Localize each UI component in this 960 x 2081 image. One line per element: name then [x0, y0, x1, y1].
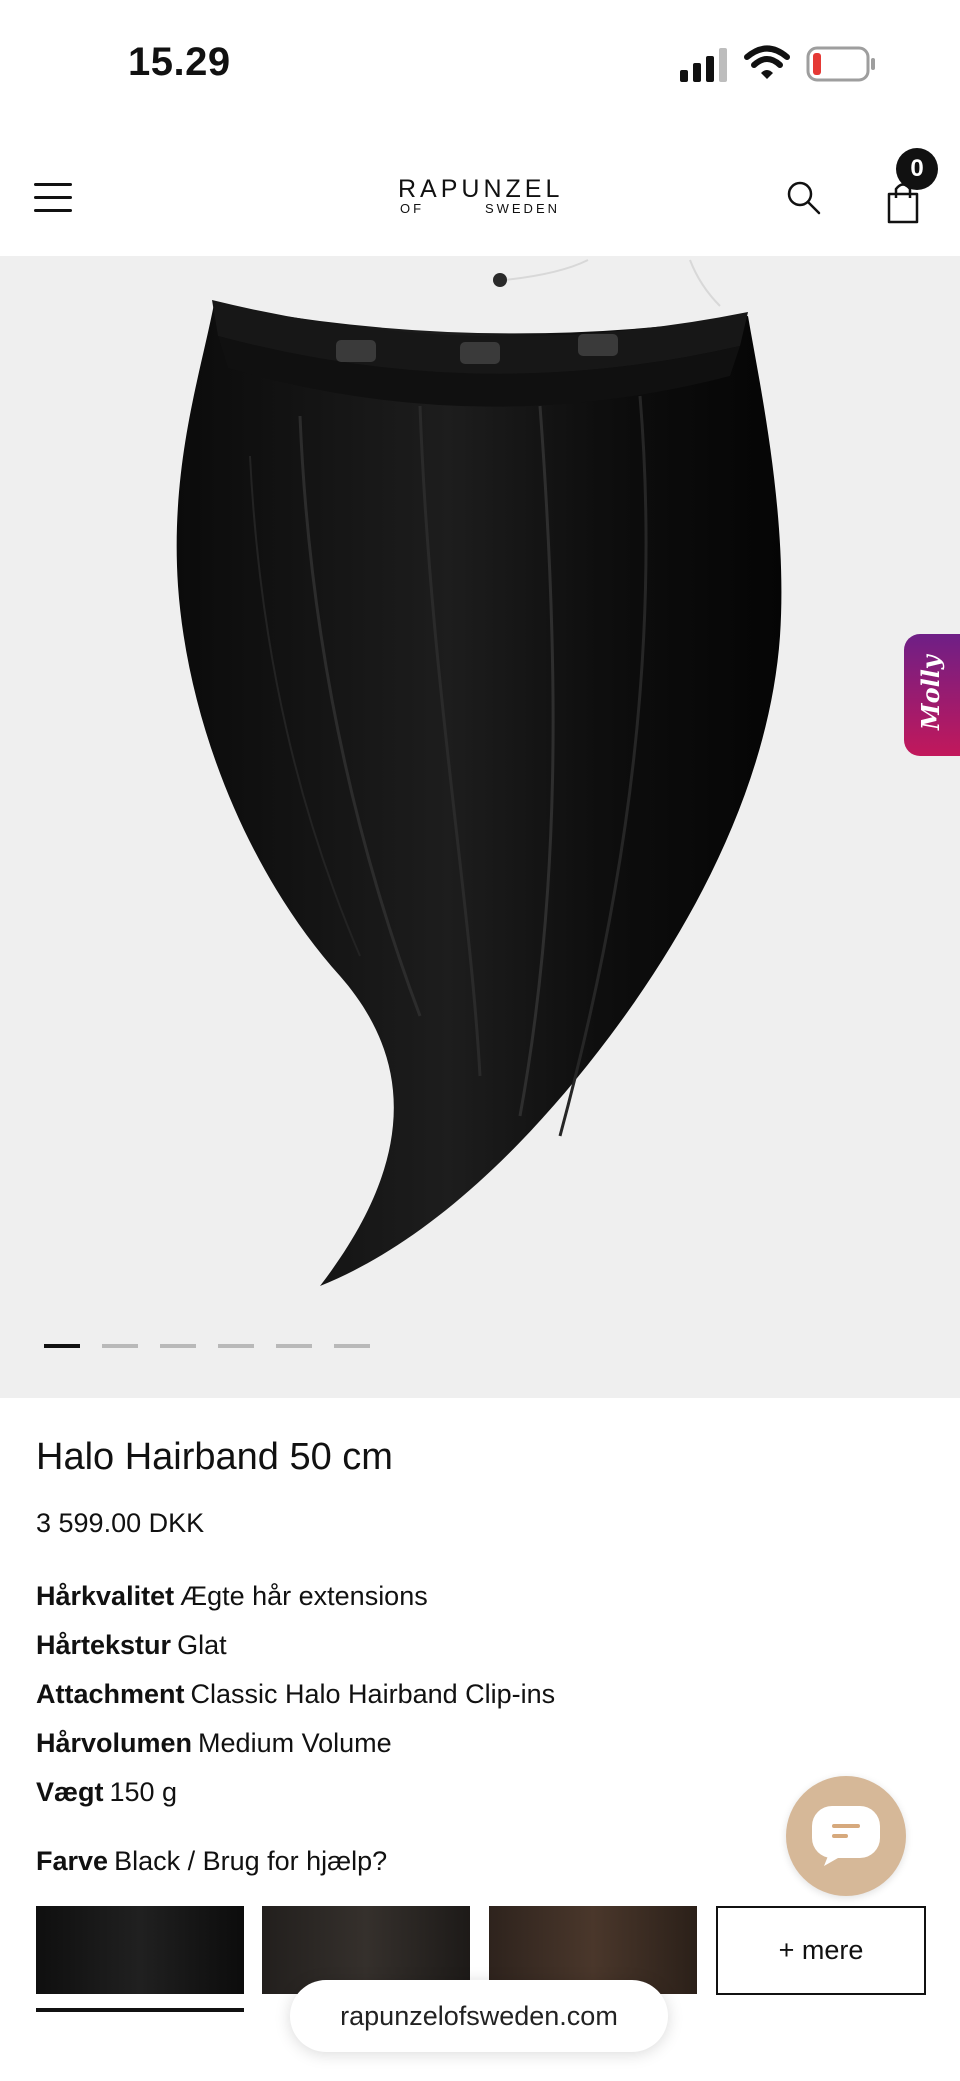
color-value[interactable]: Black / Brug for hjælp? [114, 1846, 387, 1876]
attribute-row: Hårtekstur Glat [36, 1627, 555, 1676]
logo-sub-right: SWEDEN [484, 201, 560, 216]
attribute-label: Hårkvalitet [36, 1581, 175, 1611]
cart-count-badge: 0 [896, 148, 938, 190]
attribute-value: Medium Volume [198, 1728, 392, 1758]
swatch-selected-indicator [36, 2008, 244, 2012]
attribute-row: Hårvolumen Medium Volume [36, 1725, 555, 1774]
carousel-dot-6[interactable] [334, 1344, 370, 1348]
attribute-row: Hårkvalitet Ægte hår extensions [36, 1578, 555, 1627]
product-price: 3 599.00 DKK [36, 1508, 205, 1538]
attribute-row: Vægt 150 g [36, 1774, 555, 1823]
molly-side-tab[interactable]: Molly [904, 634, 960, 756]
browser-url-bar[interactable]: rapunzelofsweden.com [290, 1980, 668, 2052]
logo-main-text: RAPUNZEL [398, 175, 564, 203]
attribute-value: Glat [177, 1630, 227, 1660]
swatch-black[interactable] [36, 1906, 244, 1994]
carousel-dot-5[interactable] [276, 1344, 312, 1348]
battery-low-icon [806, 46, 875, 82]
attribute-value: Classic Halo Hairband Clip-ins [190, 1679, 556, 1709]
chat-bubble-icon [812, 1806, 880, 1866]
carousel-indicators [44, 1344, 370, 1348]
attribute-row: Attachment Classic Halo Hairband Clip-ins [36, 1676, 555, 1725]
attribute-value: Ægte hår extensions [180, 1581, 428, 1611]
product-image-carousel[interactable]: Molly [0, 256, 960, 1398]
carousel-dot-2[interactable] [102, 1344, 138, 1348]
search-icon[interactable] [786, 180, 822, 216]
hair-extension-product-image [176, 259, 782, 1286]
carousel-dot-4[interactable] [218, 1344, 254, 1348]
hamburger-menu-icon[interactable] [34, 183, 72, 213]
color-selector-label: Farve Black / Brug for hjælp? [36, 1846, 387, 1877]
molly-tab-label: Molly [916, 655, 945, 730]
attribute-label: Vægt [36, 1777, 104, 1807]
status-bar: 15.29 [0, 0, 960, 130]
attribute-value: 150 g [109, 1777, 178, 1807]
cellular-signal-icon [680, 48, 727, 82]
attribute-label: Attachment [36, 1679, 185, 1709]
product-info: Halo Hairband 50 cm 3 599.00 DKK Hårkval… [0, 1398, 960, 2081]
site-header: RAPUNZEL OF SWEDEN 0 [0, 130, 960, 256]
logo-sub-left: OF [400, 201, 425, 216]
product-title: Halo Hairband 50 cm [36, 1436, 393, 1478]
wifi-icon [744, 45, 790, 79]
site-logo[interactable]: RAPUNZEL OF SWEDEN [398, 177, 562, 221]
logo-sub-text: OF SWEDEN [398, 201, 562, 217]
more-colors-button[interactable]: + mere [716, 1906, 926, 1995]
product-attributes: Hårkvalitet Ægte hår extensions Hårtekstu… [36, 1578, 555, 1823]
status-time: 15.29 [128, 40, 231, 84]
attribute-label: Hårvolumen [36, 1728, 193, 1758]
carousel-dot-3[interactable] [160, 1344, 196, 1348]
color-label: Farve [36, 1846, 109, 1876]
carousel-dot-1[interactable] [44, 1344, 80, 1348]
chat-button[interactable] [786, 1776, 906, 1896]
attribute-label: Hårtekstur [36, 1630, 172, 1660]
